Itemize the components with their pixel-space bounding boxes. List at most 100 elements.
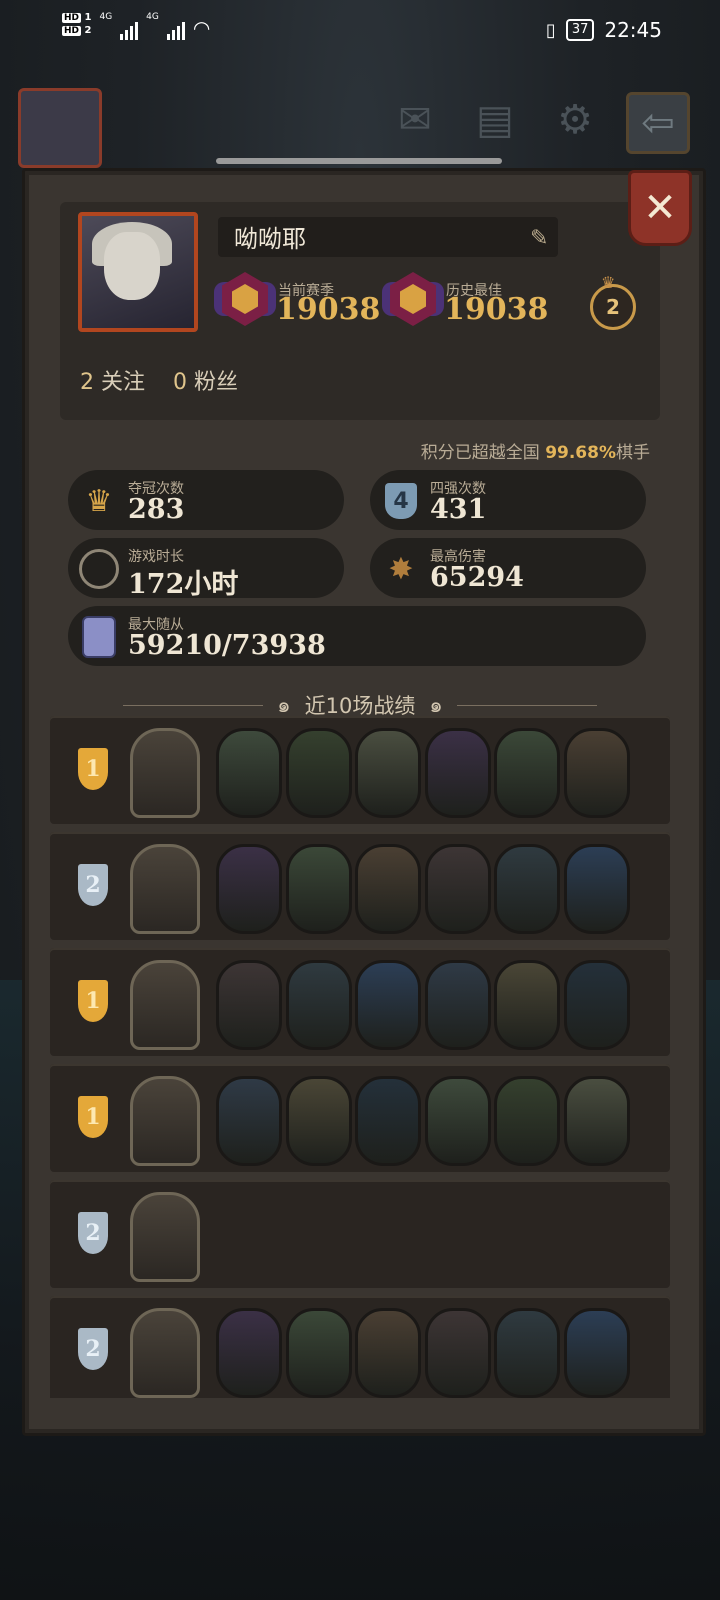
wifi-icon: ◠ <box>192 16 211 40</box>
edit-name-icon[interactable]: ✎ <box>530 226 548 251</box>
crown-level-value: 2 <box>606 295 620 319</box>
mail-icon[interactable]: ✉ <box>386 92 444 148</box>
minion-portrait[interactable] <box>424 844 491 934</box>
minion-portrait-icon <box>78 616 120 658</box>
sim1-number: 1 <box>84 12 92 23</box>
match-row[interactable]: 1 <box>50 716 670 824</box>
hero-portrait[interactable] <box>130 844 200 934</box>
sim2-badge: HD <box>62 26 82 36</box>
match-row[interactable]: 1 <box>50 1064 670 1172</box>
followers-label: 粉丝 <box>194 370 239 395</box>
minion-portrait[interactable] <box>355 1308 421 1398</box>
placement-badge: 2 <box>78 1328 108 1370</box>
followers-button[interactable]: 0 粉丝 <box>173 370 238 395</box>
placement-badge: 1 <box>78 748 108 790</box>
exit-icon[interactable]: ⇦ <box>626 92 690 154</box>
minion-portrait[interactable] <box>285 960 352 1050</box>
vibrate-icon: ▯ <box>545 19 556 41</box>
gear-icon[interactable]: ⚙ <box>546 92 604 148</box>
minion-portrait[interactable] <box>563 844 630 934</box>
sim1-badge: HD <box>62 13 82 23</box>
top4-shield-icon: 4 <box>380 480 422 522</box>
hero-portrait[interactable] <box>130 728 200 818</box>
stat-wins: ♛ 夺冠次数 283 <box>68 470 344 530</box>
crown-icon: ♛ <box>601 273 616 292</box>
sim2-number: 2 <box>84 25 92 36</box>
followers-count: 0 <box>173 370 187 395</box>
stat-value: 172小时 <box>128 569 239 600</box>
minion-portrait[interactable] <box>216 1308 282 1398</box>
stat-value: 65294 <box>430 562 524 593</box>
match-row[interactable]: 2 <box>50 1296 670 1398</box>
minion-portrait[interactable] <box>355 960 421 1050</box>
match-row[interactable]: 2 <box>50 1180 670 1288</box>
notes-icon[interactable]: ▤ <box>466 92 524 148</box>
minion-portrait[interactable] <box>216 844 282 934</box>
minion-portrait[interactable] <box>285 1308 352 1398</box>
minion-portrait[interactable] <box>424 1308 491 1398</box>
minion-portrait[interactable] <box>494 1076 560 1166</box>
match-row[interactable]: 2 <box>50 832 670 940</box>
minion-portrait[interactable] <box>285 728 352 818</box>
following-button[interactable]: 2 关注 <box>80 370 145 395</box>
clock-icon <box>78 548 120 590</box>
stat-value: 283 <box>128 494 185 525</box>
stat-value: 431 <box>430 494 487 525</box>
minion-portrait[interactable] <box>563 1076 630 1166</box>
divider-line <box>456 704 597 706</box>
match-history-list[interactable]: 1 2 1 1 2 2 <box>50 716 670 1398</box>
placement-badge: 1 <box>78 1096 108 1138</box>
minion-portrait[interactable] <box>563 728 630 818</box>
signal-icon <box>120 18 139 40</box>
sim-indicator: HD 1 HD 2 <box>62 12 91 36</box>
minion-portrait[interactable] <box>494 960 560 1050</box>
minion-portrait[interactable] <box>355 844 421 934</box>
clock: 22:45 <box>604 18 662 42</box>
stat-top4: 4 四强次数 431 <box>370 470 646 530</box>
burst-icon: ✸ <box>388 551 414 587</box>
minion-portrait[interactable] <box>285 844 352 934</box>
match-row[interactable]: 1 <box>50 948 670 1056</box>
rank-percentile: 积分已超越全国 99.68%棋手 <box>421 438 650 463</box>
minion-portrait[interactable] <box>494 728 560 818</box>
percentile-suffix: 棋手 <box>616 443 650 463</box>
divider-line <box>123 704 264 706</box>
minion-portrait[interactable] <box>355 1076 421 1166</box>
network-type-2: 4G <box>146 12 159 22</box>
network-type-1: 4G <box>99 12 113 22</box>
hero-portrait[interactable] <box>130 1192 200 1282</box>
minion-portrait[interactable] <box>355 728 421 818</box>
minion-portrait[interactable] <box>424 960 491 1050</box>
minion-portrait[interactable] <box>563 960 630 1050</box>
best-rank-icon <box>382 268 444 330</box>
avatar-face <box>104 232 160 300</box>
minion-portrait[interactable] <box>216 960 282 1050</box>
crown-icon: ♛ <box>85 483 113 519</box>
profile-avatar[interactable] <box>78 212 198 332</box>
signal-icon <box>166 18 185 40</box>
hero-portrait[interactable] <box>130 960 200 1050</box>
battery-indicator: 37 <box>565 19 595 41</box>
minion-portrait[interactable] <box>563 1308 630 1398</box>
player-name: 呦呦耶 <box>234 225 306 253</box>
placement-badge: 2 <box>78 864 108 906</box>
minion-portrait[interactable] <box>285 1076 352 1166</box>
minion-portrait[interactable] <box>494 1308 560 1398</box>
drag-handle[interactable] <box>216 158 502 164</box>
hero-portrait[interactable] <box>130 1076 200 1166</box>
minion-portrait[interactable] <box>216 1076 282 1166</box>
hero-portrait[interactable] <box>130 1308 200 1398</box>
minion-portrait[interactable] <box>424 728 491 818</box>
crown-level-badge[interactable]: ♛ 2 <box>590 273 636 330</box>
close-icon: ✕ <box>643 185 677 231</box>
status-bar: HD 1 HD 2 4G 4G ◠ ▯ 37 22:45 <box>0 0 720 64</box>
stat-minions: 最大随从 59210/73938 <box>68 606 646 666</box>
close-button[interactable]: ✕ <box>628 170 692 246</box>
player-avatar-button[interactable] <box>18 88 102 168</box>
best-score: 19038 <box>444 292 549 327</box>
following-label: 关注 <box>101 370 146 395</box>
minion-portrait[interactable] <box>424 1076 491 1166</box>
minion-portrait[interactable] <box>216 728 282 818</box>
top-bar: ✉ ▤ ⚙ ⇦ <box>0 84 720 168</box>
minion-portrait[interactable] <box>494 844 560 934</box>
